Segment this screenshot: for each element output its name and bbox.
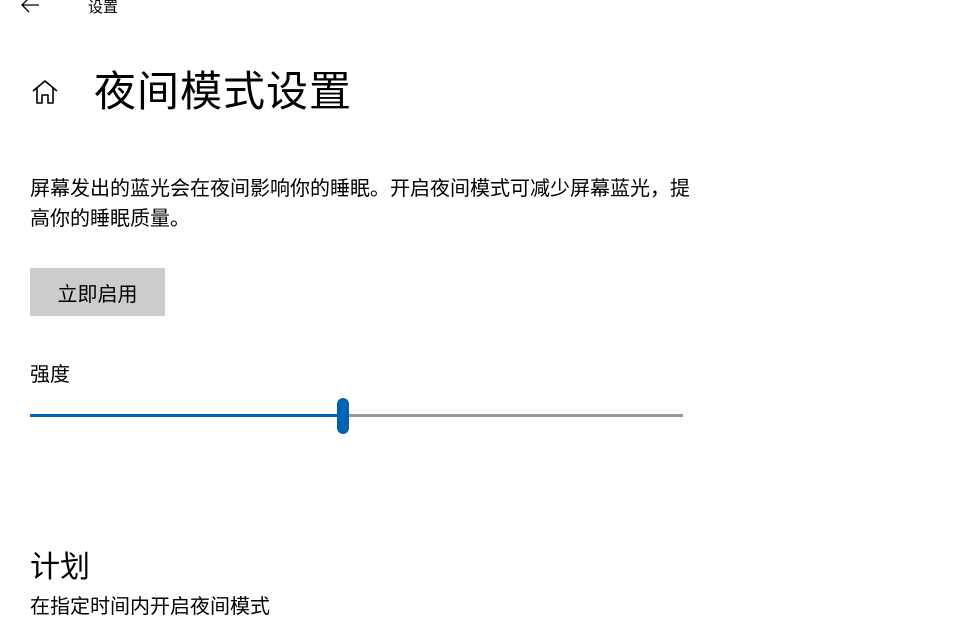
slider-thumb[interactable] [337, 398, 350, 434]
slider-fill [30, 414, 344, 417]
home-icon[interactable] [30, 77, 60, 107]
enable-now-button[interactable]: 立即启用 [30, 268, 165, 316]
back-button[interactable] [12, 0, 48, 22]
app-title: 设置 [88, 0, 119, 16]
arrow-left-icon [20, 0, 40, 17]
schedule-heading: 计划 [30, 549, 90, 585]
strength-label: 强度 [30, 362, 70, 386]
night-mode-description: 屏幕发出的蓝光会在夜间影响你的睡眠。开启夜间模式可减少屏幕蓝光，提高你的睡眠质量… [30, 176, 690, 230]
title-bar: 设置 [0, 0, 963, 22]
page-title: 夜间模式设置 [94, 67, 353, 116]
strength-slider[interactable] [30, 396, 683, 436]
page-header: 夜间模式设置 [30, 62, 352, 122]
schedule-toggle-label: 在指定时间内开启夜间模式 [30, 594, 270, 618]
